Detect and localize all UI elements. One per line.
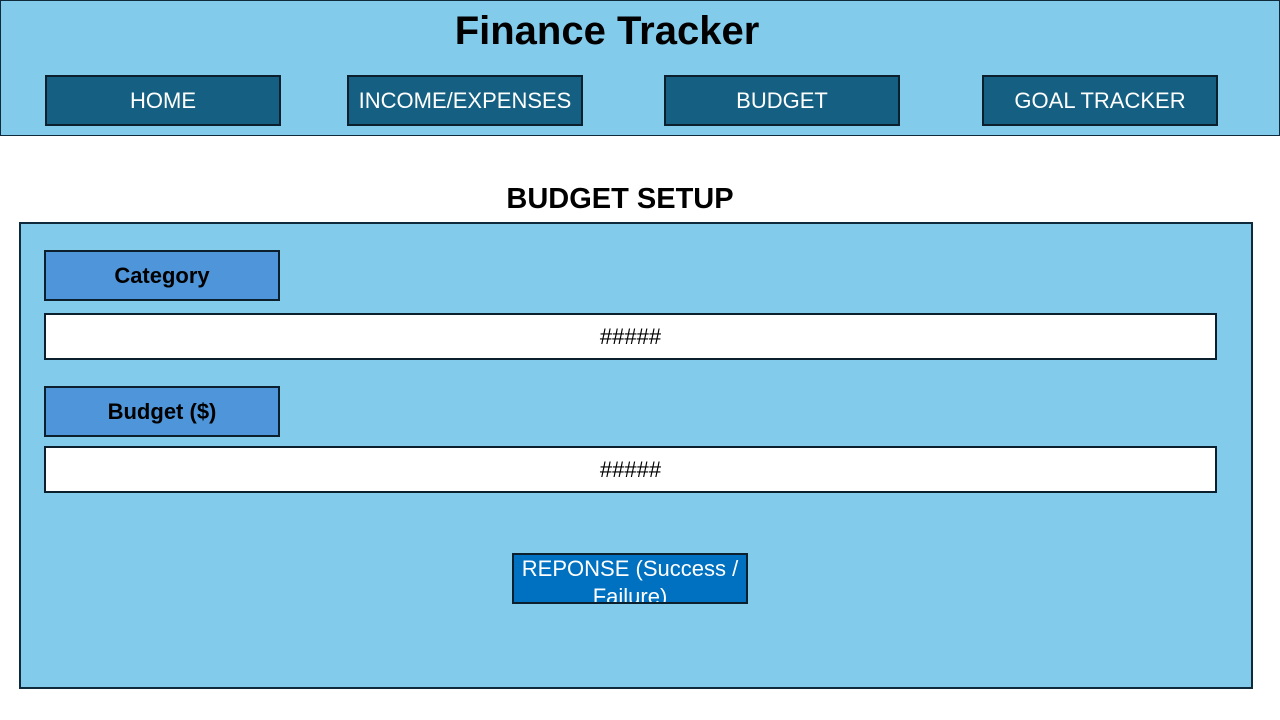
nav-home-button[interactable]: HOME bbox=[45, 75, 281, 126]
app-header: Finance Tracker HOME INCOME/EXPENSES BUD… bbox=[0, 0, 1280, 136]
nav-goal-tracker-button[interactable]: GOAL TRACKER bbox=[982, 75, 1218, 126]
category-field[interactable]: ##### bbox=[44, 313, 1217, 360]
category-label: Category bbox=[44, 250, 280, 301]
app-title: Finance Tracker bbox=[454, 9, 760, 53]
budget-amount-label: Budget ($) bbox=[44, 386, 280, 437]
response-status-box: REPONSE (Success / Failure) bbox=[512, 553, 748, 604]
nav-budget-button[interactable]: BUDGET bbox=[664, 75, 900, 126]
budget-amount-field[interactable]: ##### bbox=[44, 446, 1217, 493]
budget-setup-title: BUDGET SETUP bbox=[506, 183, 734, 215]
nav-income-expenses-button[interactable]: INCOME/EXPENSES bbox=[347, 75, 583, 126]
